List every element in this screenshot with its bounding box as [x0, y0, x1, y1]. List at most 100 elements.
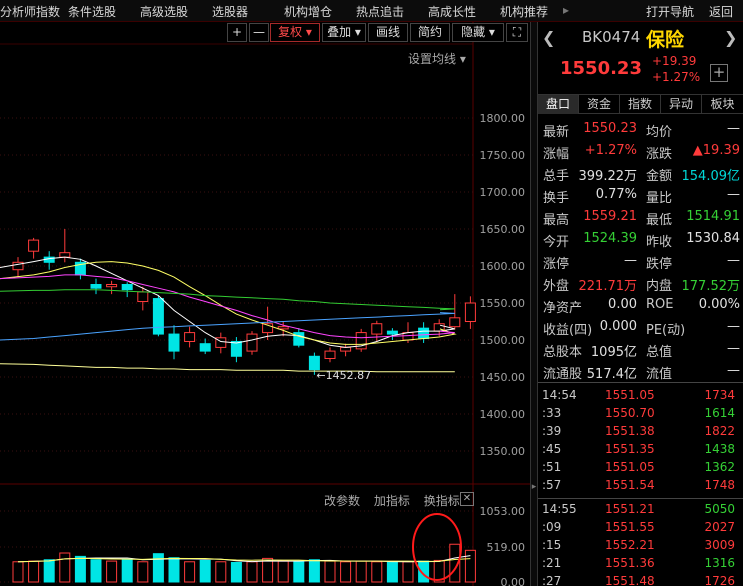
change-params-link[interactable]: 改参数	[324, 494, 360, 508]
indicator-links: 改参数 加指标 换指标	[324, 492, 470, 509]
tick-time: :45	[542, 442, 562, 456]
candle-body	[184, 332, 196, 342]
volume-bar	[199, 559, 211, 583]
switch-indicator-link[interactable]: 换指标	[424, 494, 460, 508]
candle-body	[324, 350, 336, 360]
quote-row: 收益(四) 0.000 PE(动) —	[538, 316, 743, 338]
candle-body	[59, 252, 71, 258]
simple-mode-button[interactable]: 简约	[410, 23, 450, 42]
quote-label: 总股本	[543, 345, 583, 360]
close-indicator-icon[interactable]: ✕	[460, 492, 474, 506]
quote-label: 量比	[646, 191, 673, 206]
quote-row: 最高 1559.21 最低 1514.91	[538, 206, 743, 228]
last-price: 1550.23	[560, 58, 642, 79]
quote-label: 换手	[543, 191, 570, 206]
menu-institution-increase[interactable]: 机构增仓	[284, 3, 332, 20]
quote-label: 涨幅	[543, 147, 570, 162]
quote-label: PE(动)	[646, 323, 686, 338]
tick-price: 1551.35	[605, 442, 655, 456]
top-menu-bar: 分析师指数 条件选股 高级选股 选股器 机构增仓 热点追击 高成长性 机构推荐 …	[0, 0, 743, 22]
collapse-arrow-icon[interactable]: ▸	[531, 482, 537, 492]
quote-label: 均价	[646, 125, 673, 140]
tick-volume: 1748	[704, 478, 735, 492]
tab-capital[interactable]: 资金	[579, 95, 620, 114]
y-tick-label: 1500.00	[480, 334, 526, 347]
volume-bar	[106, 560, 118, 583]
menu-back[interactable]: 返回	[709, 3, 733, 20]
volume-bar	[262, 557, 274, 583]
quote-label: 跌停	[646, 257, 673, 272]
tab-movement[interactable]: 异动	[661, 95, 702, 114]
panel-splitter[interactable]: ▸	[530, 22, 538, 586]
next-symbol-icon[interactable]: ❯	[724, 28, 737, 47]
add-watchlist-button[interactable]: +	[710, 64, 728, 82]
quote-label: 流通股	[543, 367, 583, 382]
quote-value: 0.00	[608, 297, 637, 312]
candle-body	[386, 330, 398, 335]
tab-index[interactable]: 指数	[620, 95, 661, 114]
quote-label: 最低	[646, 213, 673, 228]
symbol-name: 保险	[646, 29, 685, 51]
ma-settings-dropdown[interactable]: 设置均线 ▾	[408, 50, 466, 67]
quote-label: 涨停	[543, 257, 570, 272]
volume-bar	[230, 561, 242, 583]
tick-row: 14:55 1551.21 5050	[538, 500, 743, 518]
quote-value: 177.52万	[681, 279, 741, 294]
tick-price: 1551.05	[605, 460, 655, 474]
candle-body	[308, 355, 320, 371]
ma-line	[0, 256, 455, 348]
volume-bar	[12, 561, 24, 583]
tick-volume: 1438	[704, 442, 735, 456]
menu-open-nav[interactable]: 打开导航	[646, 3, 694, 20]
menu-stock-screener[interactable]: 选股器	[212, 3, 248, 20]
tick-price: 1550.70	[605, 406, 655, 420]
menu-high-growth[interactable]: 高成长性	[428, 3, 476, 20]
tick-time: :51	[542, 460, 562, 474]
y-tick-label: 1550.00	[480, 297, 526, 310]
menu-institution-recommend[interactable]: 机构推荐	[500, 3, 548, 20]
quote-row: 最新 1550.23 均价 —	[538, 118, 743, 140]
quote-value: 1530.84	[686, 231, 740, 246]
quote-value: 1095亿	[590, 345, 637, 360]
overlay-dropdown[interactable]: 叠加 ▾	[322, 23, 366, 42]
tick-row: :27 1551.48 1726	[538, 572, 743, 586]
candle-body	[246, 333, 258, 352]
quote-label: 金额	[646, 169, 673, 184]
tab-order-book[interactable]: 盘口	[538, 95, 579, 114]
add-indicator-link[interactable]: 加指标	[374, 494, 410, 508]
quote-value: 0.00%	[698, 297, 740, 312]
tick-time: :09	[542, 520, 562, 534]
fullscreen-icon[interactable]: ⛶	[506, 23, 528, 42]
tick-time: :27	[542, 574, 562, 586]
restore-rights-dropdown[interactable]: 复权 ▾	[270, 23, 320, 42]
menu-advanced-screen[interactable]: 高级选股	[140, 3, 188, 20]
candle-body	[90, 284, 102, 289]
candle-body	[28, 239, 40, 252]
tick-time: 14:55	[542, 502, 577, 516]
draw-line-button[interactable]: 画线	[368, 23, 408, 42]
zoom-out-button[interactable]: —	[249, 23, 269, 42]
menu-condition-screen[interactable]: 条件选股	[68, 3, 116, 20]
hide-dropdown[interactable]: 隐藏 ▾	[452, 23, 504, 42]
symbol-code: BK0474	[582, 28, 641, 46]
menu-analyst-index[interactable]: 分析师指数	[0, 3, 60, 20]
quote-value: —	[624, 253, 637, 268]
tick-volume: 1726	[704, 574, 735, 586]
tick-time: :21	[542, 556, 562, 570]
tick-price: 1552.21	[605, 538, 655, 552]
quote-value: —	[727, 341, 740, 356]
quote-row: 总股本 1095亿 总值 —	[538, 338, 743, 360]
tab-sector[interactable]: 板块	[702, 95, 743, 114]
quote-label: 涨跌	[646, 147, 673, 162]
menu-hotspot[interactable]: 热点追击	[356, 3, 404, 20]
tick-volume: 1822	[704, 424, 735, 438]
quote-label: 最新	[543, 125, 570, 140]
zoom-in-button[interactable]: +	[227, 23, 247, 42]
volume-tick-label: 0.00	[501, 576, 526, 586]
quote-value: 0.000	[599, 319, 637, 334]
prev-symbol-icon[interactable]: ❮	[542, 28, 555, 47]
tick-price: 1551.48	[605, 574, 655, 586]
candle-body	[230, 340, 242, 357]
price-change-pct: +1.27%	[652, 70, 701, 84]
menu-more-arrow[interactable]: ▸	[563, 3, 569, 17]
